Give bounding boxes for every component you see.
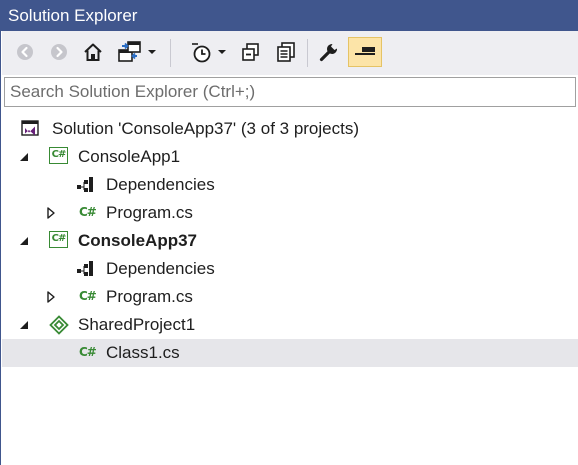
expanded-triangle-icon[interactable]	[17, 234, 31, 248]
tree-item-program-cs[interactable]: C# Program.cs	[2, 199, 578, 227]
tree-item-solution[interactable]: Solution 'ConsoleApp37' (3 of 3 projects…	[2, 115, 578, 143]
show-all-files-button[interactable]	[272, 37, 300, 67]
home-icon	[84, 43, 102, 61]
tree-item-dependencies[interactable]: Dependencies	[2, 255, 578, 283]
back-button[interactable]	[12, 37, 38, 67]
collapse-all-button[interactable]	[237, 37, 265, 67]
forward-button[interactable]	[46, 37, 72, 67]
dependencies-icon	[77, 261, 93, 276]
collapsed-triangle-icon[interactable]	[44, 206, 58, 220]
tree-item-label: Program.cs	[106, 287, 193, 306]
dropdown-arrow-icon	[148, 50, 156, 54]
tree-item-label: ConsoleApp1	[78, 147, 181, 166]
copy-files-icon	[277, 42, 295, 62]
csharp-project-icon: C#	[49, 147, 68, 164]
csharp-file-icon: C#	[79, 345, 97, 359]
arrow-left-circle-icon	[17, 44, 33, 60]
tree-item-label: SharedProject1	[78, 315, 196, 334]
tree-item-dependencies[interactable]: Dependencies	[2, 171, 578, 199]
toolbar-separator	[307, 39, 308, 67]
switch-views-button[interactable]	[112, 37, 162, 67]
preview-selected-button[interactable]	[348, 37, 382, 67]
tree-item-label: Dependencies	[106, 175, 215, 194]
tree-item-project-sharedproject1[interactable]: SharedProject1	[2, 311, 578, 339]
wrench-icon	[319, 43, 338, 62]
shared-project-icon	[49, 315, 69, 335]
tree-item-program-cs[interactable]: C# Program.cs	[2, 283, 578, 311]
pending-changes-filter-button[interactable]	[184, 37, 232, 67]
toolbar	[2, 31, 578, 75]
preview-icon	[355, 47, 375, 55]
toolbar-separator	[170, 39, 171, 67]
tree-item-label: Program.cs	[106, 203, 193, 222]
dependencies-icon	[77, 177, 93, 192]
tree-item-project-consoleapp1[interactable]: C# ConsoleApp1	[2, 143, 578, 171]
collapse-all-icon	[242, 43, 259, 61]
dropdown-arrow-icon	[218, 50, 226, 54]
expanded-triangle-icon[interactable]	[17, 150, 31, 164]
tree-item-label: Solution 'ConsoleApp37' (3 of 3 projects…	[52, 119, 360, 138]
panel-title: Solution Explorer	[1, 0, 578, 31]
switch-views-icon	[118, 41, 141, 62]
properties-button[interactable]	[315, 37, 343, 67]
tree-item-label: ConsoleApp37	[78, 231, 198, 250]
clock-icon	[192, 43, 211, 63]
tree-item-project-consoleapp37[interactable]: C# ConsoleApp37	[2, 227, 578, 255]
tree-item-label: Dependencies	[106, 259, 215, 278]
csharp-file-icon: C#	[79, 289, 97, 303]
visual-studio-solution-icon	[21, 120, 39, 136]
tree-item-label: Class1.cs	[106, 343, 180, 362]
expanded-triangle-icon[interactable]	[17, 318, 31, 332]
home-button[interactable]	[79, 37, 107, 67]
search-input[interactable]	[4, 77, 576, 107]
tree-item-class1-cs[interactable]: C# Class1.cs	[2, 339, 578, 367]
solution-explorer-panel: Solution Explorer Search Solution Explor…	[0, 0, 578, 465]
arrow-right-circle-icon	[51, 44, 67, 60]
collapsed-triangle-icon[interactable]	[44, 290, 58, 304]
csharp-project-icon: C#	[49, 231, 68, 248]
csharp-file-icon: C#	[79, 205, 97, 219]
